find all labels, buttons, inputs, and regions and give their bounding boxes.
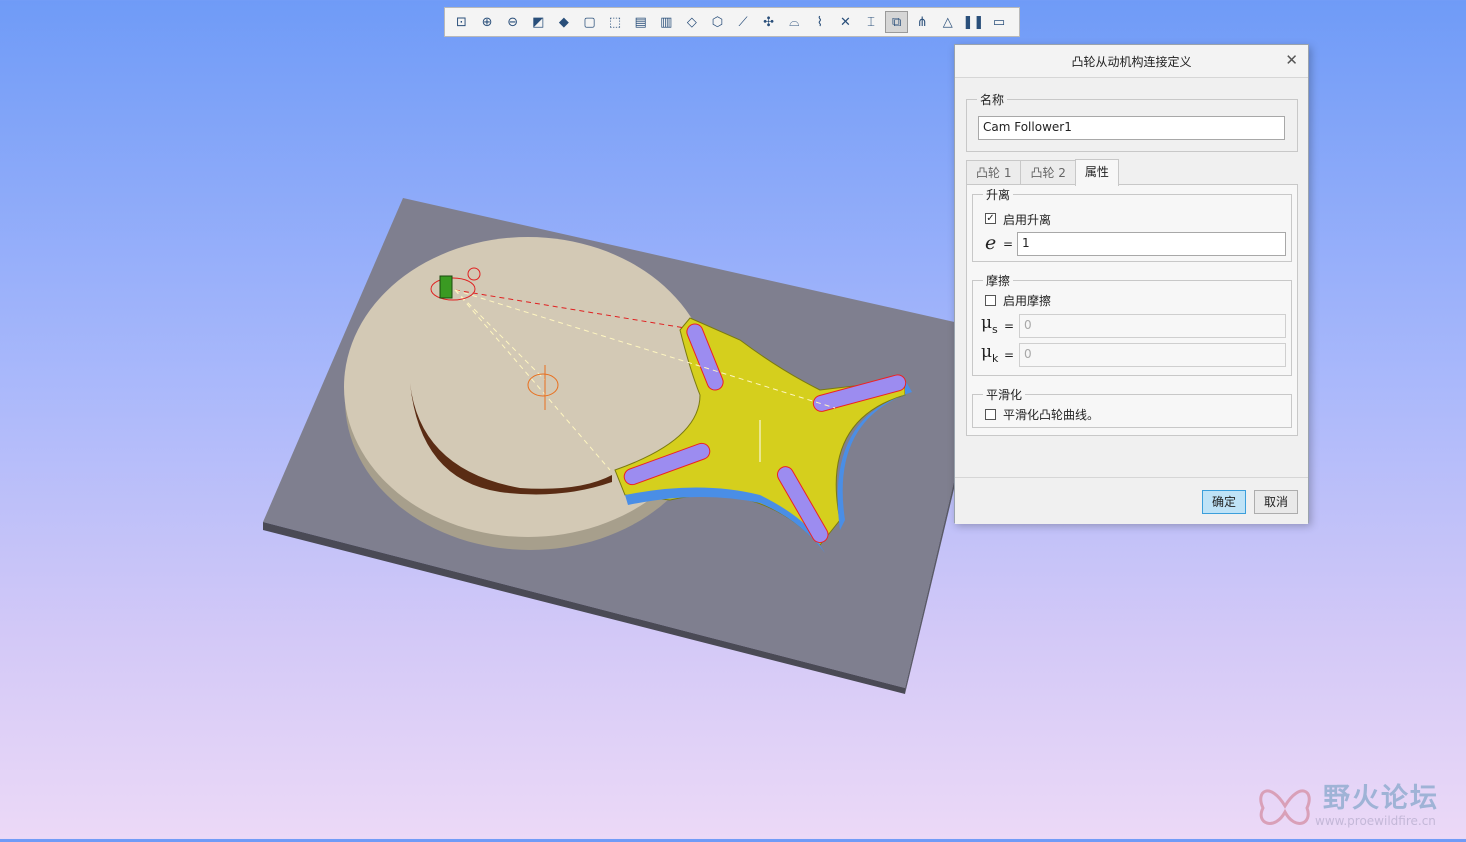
connections-icon[interactable]: ⋔ [911,11,934,33]
plane-display-icon[interactable]: ◇ [680,11,703,33]
mu-s-equals: = [1004,319,1015,333]
pause-icon[interactable]: ❚❚ [962,11,985,33]
mu-k-equals: = [1004,348,1015,362]
liftoff-group-label: 升离 [986,188,1011,202]
repaint-icon[interactable]: ◩ [527,11,550,33]
dialog-footer: 确定 取消 [955,477,1308,524]
smooth-cam-checkbox[interactable] [985,409,996,420]
mu-k-symbol: μ [981,342,993,362]
dialog-title: 凸轮从动机构连接定义 [1071,55,1192,69]
close-icon[interactable]: ✕ [1285,51,1298,69]
mu-k-subscript: k [992,352,999,365]
display-style-icon[interactable]: ◆ [552,11,575,33]
cam-follower-dialog: 凸轮从动机构连接定义 ✕ 名称 Cam Follower1 凸轮 1 凸轮 2 … [954,44,1309,524]
saved-orientations-icon[interactable]: ▢ [578,11,601,33]
follower-pin [439,275,453,299]
view-manager-icon[interactable]: ▥ [655,11,678,33]
annotation-display-icon[interactable]: ⌓ [783,11,806,33]
enable-friction-checkbox[interactable] [985,295,996,306]
enable-friction-label: 启用摩擦 [1003,294,1052,308]
tab-bar: 凸轮 1 凸轮 2 属性 [966,159,1119,186]
axis-display-icon[interactable]: ⬡ [706,11,729,33]
tab-properties[interactable]: 属性 [1074,159,1119,186]
properties-panel: 升离 ✓ 启用升离 e = 1 摩擦 启用摩擦 μ s = 0 μ k = 0 … [966,184,1298,436]
view-toolbar: ⊡ ⊕ ⊖ ◩ ◆ ▢ ⬚ ▤ ▥ ◇ ⬡ ⟋ ✣ ⌓ ⌇ ✕ ⌶ ⧉ ⋔ △ … [444,7,1020,37]
e-symbol: e [985,232,997,254]
cancel-button[interactable]: 取消 [1254,490,1298,514]
static-friction-input[interactable]: 0 [1019,314,1286,338]
name-input[interactable]: Cam Follower1 [978,116,1285,140]
tab-cam1[interactable]: 凸轮 1 [966,160,1022,185]
name-group-label: 名称 [980,93,1005,107]
layer-icon[interactable]: ▤ [629,11,652,33]
named-views-icon[interactable]: ⬚ [604,11,627,33]
refit-icon[interactable]: ⊡ [450,11,473,33]
mu-s-symbol: μ [981,313,993,333]
zoom-in-icon[interactable]: ⊕ [476,11,499,33]
mu-s-subscript: s [992,323,998,336]
drag-components-icon[interactable]: ⧉ [885,11,909,33]
ok-button[interactable]: 确定 [1202,490,1246,514]
spin-center-icon[interactable]: ⌇ [808,11,831,33]
close-icon[interactable]: ▭ [987,11,1010,33]
dialog-titlebar[interactable]: 凸轮从动机构连接定义 ✕ [955,45,1308,78]
tab-cam2[interactable]: 凸轮 2 [1020,160,1076,185]
smoothing-group-label: 平滑化 [986,388,1023,402]
motor-icon[interactable]: △ [936,11,959,33]
point-display-icon[interactable]: ⟋ [732,11,755,33]
butterfly-logo-icon [1259,789,1311,825]
zoom-out-icon[interactable]: ⊖ [501,11,524,33]
enable-liftoff-label: 启用升离 [1003,213,1052,227]
mechanism-display-icon[interactable]: ⌶ [860,11,883,33]
csys-display-icon[interactable]: ✣ [757,11,780,33]
watermark-title: 野火论坛 [1323,783,1439,814]
watermark-url: www.proewildfire.cn [1315,814,1436,828]
enable-liftoff-checkbox[interactable]: ✓ [985,213,996,224]
datum-display-icon[interactable]: ✕ [834,11,857,33]
smooth-cam-label: 平滑化凸轮曲线。 [1003,408,1100,422]
restitution-input[interactable]: 1 [1017,232,1286,256]
e-equals: = [1003,237,1014,251]
watermark-logo: 野火论坛 www.proewildfire.cn [1255,772,1466,839]
friction-group-label: 摩擦 [986,274,1011,288]
kinetic-friction-input[interactable]: 0 [1019,343,1286,367]
